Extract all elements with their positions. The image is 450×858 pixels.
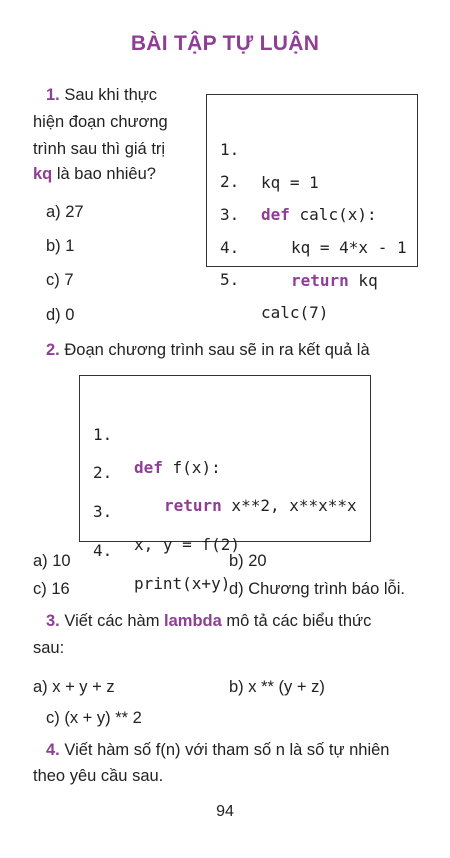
- q3-text-pre: Viết các hàm: [64, 612, 160, 630]
- q1-option-b: b) 1: [46, 237, 75, 255]
- page-number: 94: [216, 803, 234, 820]
- code-text: kq = 1: [261, 173, 319, 192]
- q1-kq-keyword: kq: [33, 165, 53, 183]
- code-text: kq = 4*x - 1: [291, 238, 407, 257]
- q1-code-line-4: 4. return kq: [207, 198, 378, 290]
- section-title: BÀI TẬP TỰ LUẬN: [130, 32, 320, 55]
- code-text: f(x):: [162, 458, 221, 477]
- code-text: x, y = f(2): [134, 535, 240, 554]
- line-number: 4.: [93, 541, 113, 560]
- q1-text-1: Sau khi thực: [64, 86, 158, 104]
- q2-number: 2.: [46, 341, 60, 359]
- q4-number: 4.: [46, 741, 60, 759]
- q2-option-d: d) Chương trình báo lỗi.: [229, 580, 405, 598]
- code-text: kq: [348, 271, 378, 290]
- q1-option-c: c) 7: [46, 271, 74, 289]
- code-keyword: def: [261, 205, 290, 224]
- q3-text-2: sau:: [33, 639, 65, 657]
- q4-text-1: Viết hàm số f(n) với tham số n là số tự …: [64, 741, 390, 759]
- q1-code-line-3: 3. kq = 4*x - 1: [207, 165, 407, 257]
- q1-text-2: hiện đoạn chương: [33, 113, 168, 131]
- q3-lambda-keyword: lambda: [164, 612, 222, 630]
- q1-number: 1.: [46, 86, 60, 104]
- q1-line-1: 1. Sau khi thực: [46, 81, 157, 109]
- q2-code-box: 1. def f(x): 2. return x**2, x**x**x 3. …: [79, 375, 371, 593]
- code-keyword: def: [134, 458, 163, 477]
- q3-option-c: c) (x + y) ** 2: [46, 709, 142, 727]
- q1-text-3: trình sau thì giá trị: [33, 140, 166, 158]
- q2-option-a: a) 10: [33, 552, 71, 570]
- q1-code-line-5: 5. calc(7): [207, 230, 328, 322]
- code-text: calc(7): [261, 303, 329, 322]
- q2-text: Đoạn chương trình sau sẽ in ra kết quả l…: [64, 341, 370, 359]
- code-keyword: return: [164, 496, 222, 515]
- code-text: print(x+y): [134, 574, 231, 593]
- q1-line-4: kq là bao nhiêu?: [33, 160, 156, 188]
- code-keyword: return: [291, 271, 349, 290]
- q3-number: 3.: [46, 612, 60, 630]
- code-text: x**2, x**x**x: [221, 496, 357, 515]
- q2-code-line-2: 2. return x**2, x**x**x: [80, 423, 357, 515]
- q2-option-b: b) 20: [229, 552, 267, 570]
- q3-line-1: 3. Viết các hàm lambda mô tả các biểu th…: [46, 607, 371, 635]
- q4-line-1: 4. Viết hàm số f(n) với tham số n là số …: [46, 736, 390, 764]
- q3-text-post: mô tả các biểu thức: [226, 612, 372, 630]
- q4-text-2: theo yêu cầu sau.: [33, 767, 164, 785]
- q2-code-line-3: 3. x, y = f(2): [80, 462, 240, 554]
- q1-code-line-2: 2. def calc(x):: [207, 132, 377, 224]
- q1-text-4: là bao nhiêu?: [52, 165, 156, 183]
- q1-code-line-1: 1. kq = 1: [207, 100, 319, 192]
- q3-option-b: b) x ** (y + z): [229, 678, 325, 696]
- q1-option-a: a) 27: [46, 203, 84, 221]
- line-number: 5.: [220, 270, 240, 289]
- q2-code-line-1: 1. def f(x):: [80, 385, 221, 477]
- q3-option-a: a) x + y + z: [33, 678, 115, 696]
- q1-code-box: 1. kq = 1 2. def calc(x): 3. kq = 4*x - …: [206, 94, 418, 322]
- code-text: calc(x):: [289, 205, 377, 224]
- q2-line-1: 2. Đoạn chương trình sau sẽ in ra kết qu…: [46, 336, 370, 364]
- q2-code-line-4: 4. print(x+y): [80, 501, 230, 593]
- q2-option-c: c) 16: [33, 580, 70, 598]
- q1-option-d: d) 0: [46, 306, 75, 324]
